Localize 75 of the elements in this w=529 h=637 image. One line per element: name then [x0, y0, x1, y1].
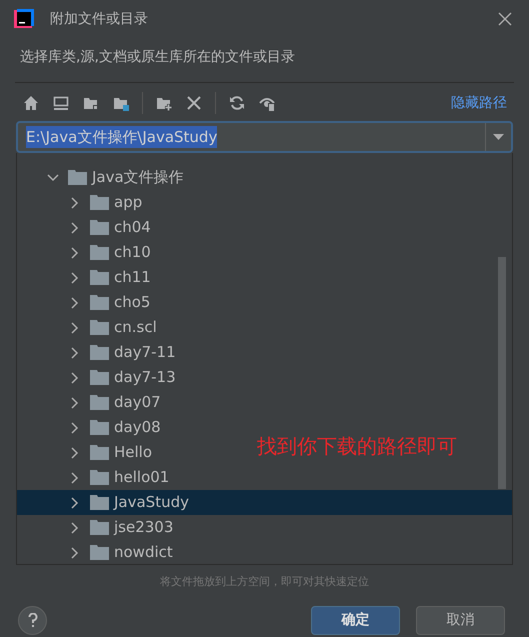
folder-icon: [90, 470, 109, 485]
monitor-icon: [53, 95, 69, 111]
cancel-button[interactable]: 取消: [416, 606, 505, 635]
folder-icon: [90, 295, 109, 310]
chevron-right-icon[interactable]: [69, 422, 81, 434]
folder-name[interactable]: JavaStudy: [114, 491, 189, 514]
folder-name[interactable]: cn.scl: [114, 316, 157, 339]
chevron-right-icon[interactable]: [69, 196, 81, 208]
folder-icon: [90, 320, 109, 335]
window-title: 附加文件或目录: [50, 10, 148, 28]
chevron-right-icon[interactable]: [69, 346, 81, 358]
chevron-right-icon[interactable]: [69, 372, 81, 384]
ok-button[interactable]: 确定: [311, 606, 400, 635]
refresh-icon: [229, 95, 245, 111]
hide-path-link[interactable]: 隐藏路径: [451, 92, 507, 114]
chevron-right-icon[interactable]: [69, 522, 81, 534]
folder-name[interactable]: jse2303: [114, 516, 174, 539]
folder-icon: [90, 420, 109, 435]
folder-icon: [90, 520, 109, 535]
selected-row-background[interactable]: JavaStudy: [17, 490, 512, 515]
folder-icon: [90, 245, 109, 260]
chevron-right-icon[interactable]: [69, 222, 81, 234]
folder-name[interactable]: cho5: [114, 291, 150, 314]
folder-icon: [90, 445, 109, 460]
folder-icon: [90, 345, 109, 360]
path-field[interactable]: E:\Java文件操作\JavaStudy: [16, 121, 513, 153]
app-logo-icon: [14, 9, 34, 29]
refresh-button[interactable]: [228, 94, 246, 112]
delete-icon: [186, 95, 202, 111]
folder-icon: [90, 220, 109, 235]
chevron-right-icon[interactable]: [69, 322, 81, 334]
chevron-right-icon[interactable]: [69, 496, 81, 508]
delete-button[interactable]: [185, 94, 203, 112]
caret-icon: [493, 134, 504, 140]
eye-icon: [259, 95, 275, 111]
folder-name[interactable]: ch11: [114, 266, 151, 289]
folder-icon: [68, 170, 87, 185]
folder-name[interactable]: nowdict: [114, 541, 173, 564]
folder-name[interactable]: Hello: [114, 441, 152, 464]
folder-name[interactable]: ch10: [114, 241, 151, 264]
folder-icon: [90, 395, 109, 410]
monitor-button[interactable]: [52, 94, 70, 112]
folder-icon: [90, 270, 109, 285]
folder-icon: [90, 195, 109, 210]
question-icon: [28, 613, 38, 628]
folder-name[interactable]: day07: [114, 391, 161, 414]
annotation-text: 找到你下载的路径即可: [257, 433, 457, 460]
new-folder-icon: [156, 95, 172, 111]
folder-icon: [90, 495, 109, 510]
chevron-right-icon[interactable]: [69, 546, 81, 558]
close-icon: [498, 12, 512, 26]
hint-text: 将文件拖放到上方空间，即可对其快速定位: [160, 575, 369, 588]
folder-name[interactable]: day08: [114, 416, 161, 439]
scrollbar-thumb[interactable]: [498, 257, 506, 489]
home-icon: [23, 95, 39, 111]
chevron-right-icon[interactable]: [69, 446, 81, 458]
help-button[interactable]: [18, 606, 47, 635]
folder-icon: [90, 545, 109, 560]
folder-icon: [83, 95, 99, 111]
folder-name[interactable]: day7-11: [114, 341, 176, 364]
chevron-down-icon[interactable]: [47, 172, 59, 184]
chevron-right-icon[interactable]: [69, 296, 81, 308]
home-button[interactable]: [22, 94, 40, 112]
chevron-right-icon[interactable]: [69, 472, 81, 484]
folder-name[interactable]: Java文件操作: [92, 166, 184, 189]
description-text: 选择库类,源,文档或原生库所在的文件或目录: [20, 49, 295, 65]
folder-name[interactable]: hello01: [114, 466, 170, 489]
folder-name[interactable]: day7-13: [114, 366, 176, 389]
chevron-right-icon[interactable]: [69, 396, 81, 408]
folder-name[interactable]: app: [114, 191, 142, 214]
folder-icon: [90, 370, 109, 385]
folder-name[interactable]: ch04: [114, 216, 151, 239]
chevron-right-icon[interactable]: [69, 246, 81, 258]
chevron-right-icon[interactable]: [69, 272, 81, 284]
folder-icon: [113, 95, 129, 111]
